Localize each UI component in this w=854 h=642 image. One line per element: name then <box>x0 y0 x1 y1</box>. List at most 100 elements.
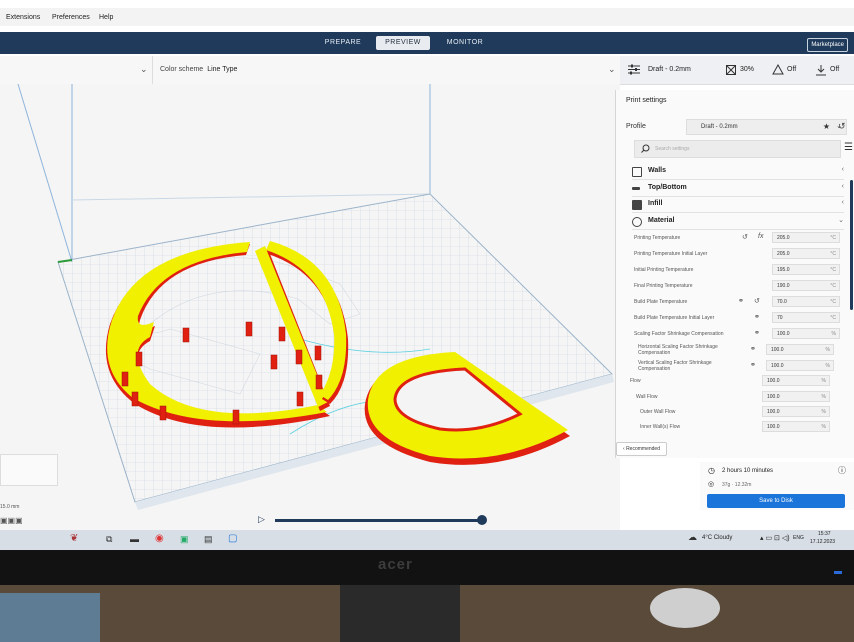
scrollbar[interactable] <box>850 180 853 310</box>
app-icon[interactable]: ▤ <box>204 534 213 545</box>
3d-viewport[interactable]: 15.0 mm ▣▣▣ ▷ <box>0 84 620 530</box>
chevron-left-icon: ‹ <box>841 183 844 190</box>
menu-bar: Extensions Preferences Help <box>0 8 854 26</box>
menu-preferences[interactable]: Preferences <box>52 14 90 21</box>
star-icon[interactable]: ★ <box>823 120 830 134</box>
start-icon[interactable]: ❦ <box>70 533 78 544</box>
category-walls[interactable]: Walls ‹ <box>632 165 844 180</box>
reset-icon[interactable]: ↺ <box>838 121 846 132</box>
setting-initial-printing-temperature: Initial Printing Temperature 195.0 °C <box>616 263 854 278</box>
weather-text[interactable]: 4°C Cloudy <box>702 535 732 541</box>
infill-value: 30% <box>740 66 755 73</box>
setting-label: Vertical Scaling Factor Shrinkage Compen… <box>638 360 712 372</box>
chevron-down-icon: ⌄ <box>140 64 148 74</box>
color-scheme-selector[interactable]: Color scheme Line Type <box>160 56 237 84</box>
setting-input[interactable]: 100.0% <box>762 391 830 402</box>
setting-input[interactable]: 205.0 °C <box>772 232 840 243</box>
info-icon[interactable]: ⓘ <box>838 465 846 476</box>
layer-slider-track[interactable] <box>275 519 483 522</box>
setting-input[interactable]: 205.0 °C <box>772 248 840 259</box>
setting-input[interactable]: 100.0% <box>762 406 830 417</box>
category-infill[interactable]: Infill ‹ <box>632 198 844 213</box>
screen: Extensions Preferences Help PREPARE PREV… <box>0 0 854 530</box>
link-icon: ⚭ <box>750 362 756 369</box>
setting-input[interactable]: 70 °C <box>772 312 840 323</box>
monitor-stand <box>340 585 460 642</box>
view-box <box>0 454 58 486</box>
setting-printing-temperature-initial: Printing Temperature Initial Layer 205.0… <box>616 247 854 262</box>
setting-input[interactable]: 195.0 °C <box>772 264 840 275</box>
monitor-logo: acer <box>378 556 413 573</box>
category-top-bottom[interactable]: Top/Bottom ‹ <box>632 182 844 197</box>
cloud-icon: ☁ <box>688 532 697 542</box>
windows-taskbar: ❦ ⧉ ▬ ◉ ▣ ▤ ▢ ☁ 4°C Cloudy ▴ ▭ ⊡ ◁) ENG … <box>0 530 854 550</box>
chevron-left-icon: ‹ <box>841 199 844 206</box>
setting-input[interactable]: 100.0% <box>766 344 834 355</box>
dimension-label: 15.0 mm <box>0 504 20 510</box>
search-icon <box>641 144 650 153</box>
tab-preview[interactable]: PREVIEW <box>376 36 430 50</box>
setting-input[interactable]: 100.0% <box>762 375 830 386</box>
setting-label: Printing Temperature <box>634 235 681 241</box>
menu-help[interactable]: Help <box>99 14 113 21</box>
monitor-bezel <box>0 550 854 585</box>
top-bottom-icon <box>632 187 640 190</box>
menu-extensions[interactable]: Extensions <box>6 14 40 21</box>
chevron-down-icon: ⌄ <box>838 217 844 224</box>
setting-label: Build Plate Temperature Initial Layer <box>634 315 715 321</box>
profile-dropdown[interactable]: Draft - 0.2mm ★ ⌄ <box>686 119 847 135</box>
desk-object <box>650 588 720 628</box>
setting-outer-wall-flow: Outer Wall Flow 100.0% <box>616 405 854 420</box>
chevron-down-icon: ⌄ <box>608 64 616 74</box>
language-indicator[interactable]: ENG <box>793 535 804 541</box>
setting-label: Flow <box>630 378 641 384</box>
recommended-button[interactable]: ‹ Recommended <box>616 442 667 456</box>
folder-icon[interactable]: ▬ <box>130 534 139 544</box>
setting-input[interactable]: 100.0% <box>766 360 834 371</box>
setting-input[interactable]: 100.0% <box>762 421 830 432</box>
color-scheme-label: Color scheme <box>160 66 204 73</box>
reset-icon[interactable]: ↺ <box>742 233 748 241</box>
infill-icon <box>632 200 642 210</box>
setting-input[interactable]: 190.0 °C <box>772 280 840 291</box>
tab-prepare[interactable]: PREPARE <box>318 36 368 50</box>
save-to-disk-button[interactable]: Save to Disk <box>707 494 845 508</box>
profile-label: Profile <box>626 123 646 130</box>
material-usage: 37g · 12.32m <box>722 482 752 488</box>
support-value: Off <box>787 66 797 73</box>
marketplace-button[interactable]: Marketplace <box>807 38 848 52</box>
setting-input[interactable]: 100.0% <box>772 328 840 339</box>
category-label: Material <box>648 217 675 224</box>
setting-inner-wall-flow: Inner Wall(s) Flow 100.0% <box>616 420 854 435</box>
object-list-dropdown[interactable]: ⌄ <box>0 56 153 84</box>
clock-time: 15:37 <box>818 531 831 537</box>
adhesion-icon <box>816 65 826 76</box>
link-icon: ⚭ <box>738 298 744 305</box>
search-settings-input[interactable]: Search settings <box>634 140 841 158</box>
clock-icon: ◷ <box>708 466 715 475</box>
profile-summary: Draft - 0.2mm <box>648 66 691 73</box>
setting-input[interactable]: 70.0 °C <box>772 296 840 307</box>
app-icon[interactable]: ▣ <box>180 534 189 545</box>
setting-build-plate-temperature: Build Plate Temperature ⚭ ↺ 70.0 °C <box>616 295 854 310</box>
play-icon[interactable]: ▷ <box>258 514 265 525</box>
reset-icon[interactable]: ↺ <box>754 297 760 305</box>
view-cube-icon[interactable]: ▣▣▣ <box>0 516 23 525</box>
menu-icon[interactable]: ☰ <box>844 142 853 153</box>
cura-icon[interactable]: ▢ <box>228 533 237 544</box>
task-view-icon[interactable]: ⧉ <box>106 534 112 545</box>
chrome-icon[interactable]: ◉ <box>155 533 164 544</box>
print-setup-selector[interactable]: Draft - 0.2mm 30% Off Off <box>620 56 854 84</box>
setting-scaling-factor: Scaling Factor Shrinkage Compensation ⚭ … <box>616 327 854 342</box>
tray-icons[interactable]: ▴ ▭ ⊡ ◁) <box>760 534 790 542</box>
power-led <box>834 571 842 574</box>
setting-label: Horizontal Scaling Factor Shrinkage Comp… <box>638 344 718 356</box>
category-material[interactable]: Material ⌄ <box>632 215 844 230</box>
tab-monitor[interactable]: MONITOR <box>440 36 490 50</box>
layer-slider-handle[interactable] <box>477 515 487 525</box>
setting-build-plate-temperature-initial: Build Plate Temperature Initial Layer ⚭ … <box>616 311 854 326</box>
setting-label: Final Printing Temperature <box>634 283 693 289</box>
category-label: Infill <box>648 200 663 207</box>
desk-object <box>0 593 100 642</box>
search-placeholder: Search settings <box>655 146 690 152</box>
